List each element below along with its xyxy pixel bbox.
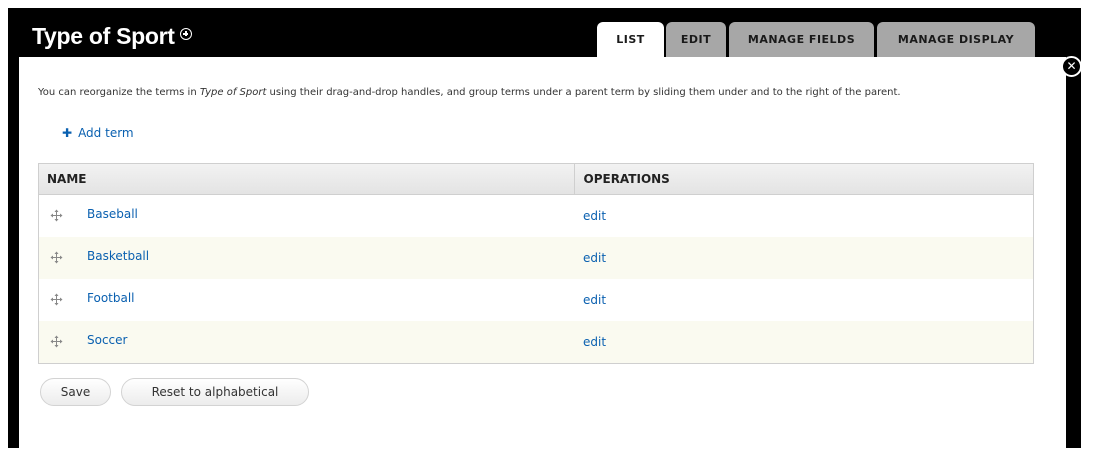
terms-table: NAME OPERATIONS Baseball edit Basketball… — [38, 163, 1034, 364]
add-term-link[interactable]: ✚ Add term — [62, 126, 134, 140]
table-row: Football edit — [38, 279, 1034, 321]
tab-edit[interactable]: EDIT — [666, 22, 726, 58]
add-circle-icon[interactable] — [180, 28, 192, 40]
name-cell: Soccer — [38, 321, 574, 364]
drag-handle-icon[interactable] — [50, 293, 63, 306]
table-row: Basketball edit — [38, 237, 1034, 279]
edit-link[interactable]: edit — [583, 293, 606, 307]
term-link[interactable]: Basketball — [87, 249, 149, 263]
edit-link[interactable]: edit — [583, 209, 606, 223]
operations-cell: edit — [574, 237, 1034, 279]
name-cell: Basketball — [38, 237, 574, 279]
operations-cell: edit — [574, 194, 1034, 237]
close-icon[interactable]: ✕ — [1061, 56, 1082, 77]
drag-handle-icon[interactable] — [50, 251, 63, 264]
tab-list[interactable]: LIST — [597, 22, 664, 60]
operations-cell: edit — [574, 279, 1034, 321]
page-title: Type of Sport — [32, 23, 175, 49]
operations-cell: edit — [574, 321, 1034, 364]
column-header-name: NAME — [38, 163, 574, 195]
help-text-after: using their drag-and-drop handles, and g… — [266, 87, 901, 98]
save-button[interactable]: Save — [40, 378, 111, 406]
help-text-vocabulary: Type of Sport — [199, 87, 267, 98]
edit-link[interactable]: edit — [583, 251, 606, 265]
drag-handle-icon[interactable] — [50, 335, 63, 348]
table-header-row: NAME OPERATIONS — [38, 163, 1034, 195]
plus-icon: ✚ — [62, 126, 73, 140]
tab-manage-fields[interactable]: MANAGE FIELDS — [729, 22, 874, 58]
help-text-before: You can reorganize the terms in — [38, 87, 200, 98]
name-cell: Football — [38, 279, 574, 321]
term-link[interactable]: Baseball — [87, 207, 138, 221]
edit-link[interactable]: edit — [583, 335, 606, 349]
add-term-label: Add term — [78, 126, 134, 140]
term-link[interactable]: Soccer — [87, 333, 127, 347]
column-header-operations: OPERATIONS — [573, 163, 1034, 195]
reset-alphabetical-button[interactable]: Reset to alphabetical — [121, 378, 309, 406]
name-cell: Baseball — [38, 194, 574, 237]
term-link[interactable]: Football — [87, 291, 135, 305]
table-row: Baseball edit — [38, 194, 1034, 237]
tab-manage-display[interactable]: MANAGE DISPLAY — [877, 22, 1035, 58]
drag-handle-icon[interactable] — [50, 209, 63, 222]
table-row: Soccer edit — [38, 321, 1034, 364]
help-text: You can reorganize the terms in Type of … — [38, 87, 901, 98]
